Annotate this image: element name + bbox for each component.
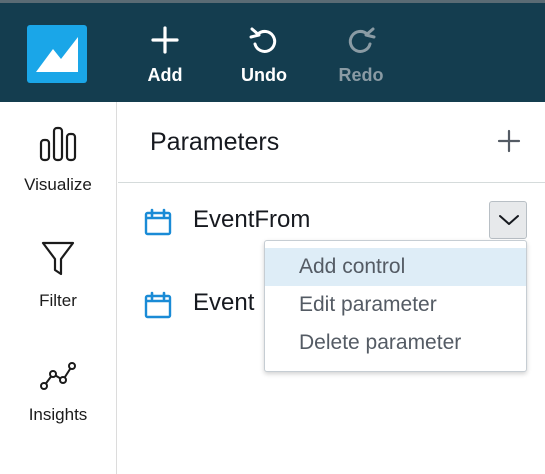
panel-divider (118, 182, 545, 183)
redo-button-label: Redo (338, 65, 384, 85)
sidebar-item-label: Insights (28, 405, 88, 424)
menu-item-edit-parameter[interactable]: Edit parameter (265, 286, 526, 324)
plus-icon (130, 25, 200, 61)
chevron-down-icon (499, 215, 519, 225)
add-button-label: Add (147, 65, 183, 85)
redo-button[interactable]: Redo (326, 25, 396, 86)
plus-icon (497, 129, 521, 153)
sidebar-item-insights[interactable]: Insights (0, 358, 116, 425)
parameter-menu-button[interactable] (489, 201, 527, 239)
sidebar-item-filter[interactable]: Filter (0, 238, 116, 311)
redo-icon (326, 25, 396, 61)
logo-icon (36, 34, 78, 72)
parameter-item[interactable]: EventFrom (143, 201, 533, 241)
menu-item-delete-parameter[interactable]: Delete parameter (265, 324, 526, 362)
bar-chart-icon (0, 124, 116, 169)
parameter-context-menu: Add control Edit parameter Delete parame… (264, 240, 527, 372)
undo-icon (229, 25, 299, 61)
calendar-icon (143, 290, 173, 325)
sidebar-item-visualize[interactable]: Visualize (0, 124, 116, 195)
menu-item-add-control[interactable]: Add control (265, 248, 526, 286)
undo-button-label: Undo (241, 65, 287, 85)
top-toolbar: Add Undo Redo (0, 0, 545, 102)
app-logo[interactable] (27, 25, 87, 83)
add-button[interactable]: Add (130, 25, 200, 86)
calendar-icon (143, 207, 173, 242)
funnel-icon (0, 238, 116, 285)
line-insights-icon (0, 358, 116, 399)
left-sidebar: Visualize Filter Insights (0, 102, 117, 474)
undo-button[interactable]: Undo (229, 25, 299, 86)
parameter-name: Event (193, 289, 255, 316)
panel-title: Parameters (150, 128, 280, 156)
sidebar-item-label: Visualize (24, 175, 92, 194)
parameter-name: EventFrom (193, 206, 311, 233)
add-parameter-button[interactable] (494, 126, 524, 156)
sidebar-item-label: Filter (39, 291, 77, 310)
